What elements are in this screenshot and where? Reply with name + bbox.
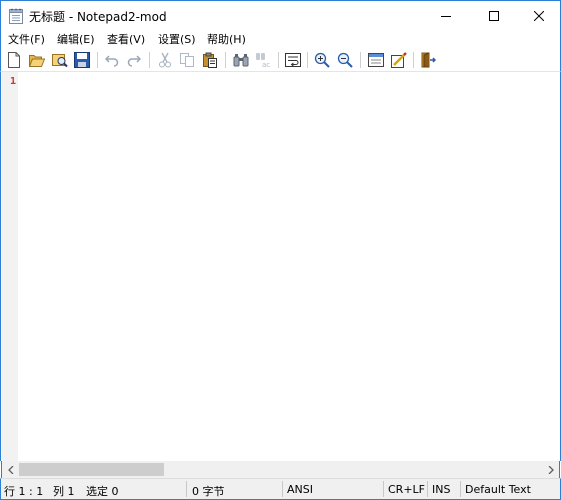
browse-icon — [52, 54, 68, 68]
status-scheme[interactable]: Default Text — [465, 483, 531, 496]
status-encoding[interactable]: ANSI — [287, 483, 313, 496]
toolbar: ac — [0, 48, 561, 72]
svg-text:ac: ac — [262, 61, 270, 68]
status-selection: 选定 0 — [86, 485, 119, 498]
paste-button[interactable] — [201, 51, 219, 69]
save-button[interactable] — [73, 51, 91, 69]
status-line-endings[interactable]: CR+LF — [388, 483, 425, 496]
new-file-button[interactable] — [5, 51, 23, 69]
browse-button[interactable] — [51, 51, 69, 69]
scroll-right-button[interactable] — [542, 461, 559, 478]
settings-button[interactable] — [390, 51, 408, 69]
open-file-button[interactable] — [28, 51, 46, 69]
cut-icon — [159, 52, 171, 68]
window-title: 无标题 - Notepad2-mod — [29, 10, 167, 24]
minimize-icon — [441, 15, 451, 17]
toolbar-separator — [149, 52, 150, 68]
replace-button[interactable]: ac — [254, 51, 272, 69]
toolbar-separator — [360, 52, 361, 68]
maximize-button[interactable] — [471, 1, 517, 30]
scheme-button[interactable] — [367, 51, 385, 69]
find-button[interactable] — [232, 51, 250, 69]
zoom-in-button[interactable] — [313, 51, 331, 69]
chevron-left-icon — [7, 465, 13, 474]
toolbar-separator — [225, 52, 226, 68]
redo-icon — [127, 55, 141, 67]
menu-file[interactable]: 文件(F) — [8, 31, 45, 47]
word-wrap-button[interactable] — [284, 51, 302, 69]
copy-icon — [180, 53, 194, 67]
status-bytes: 0 字节 — [192, 485, 225, 498]
paste-icon — [203, 52, 217, 68]
scroll-thumb[interactable] — [19, 463, 164, 476]
close-icon — [534, 10, 544, 21]
line-number-gutter: 1 — [2, 72, 18, 461]
close-button[interactable] — [516, 1, 561, 30]
scheme-icon — [368, 53, 384, 67]
open-file-icon — [29, 55, 45, 67]
redo-button[interactable] — [125, 51, 143, 69]
menu-bar: 文件(F) 编辑(E) 查看(V) 设置(S) 帮助(H) — [0, 30, 561, 48]
text-editor[interactable] — [19, 72, 560, 461]
status-separator — [460, 481, 461, 497]
editor-area: 1 — [0, 72, 561, 461]
save-icon — [74, 52, 90, 68]
new-file-icon — [8, 52, 20, 68]
toolbar-separator — [278, 52, 279, 68]
word-wrap-icon — [285, 53, 301, 67]
horizontal-scrollbar[interactable] — [1, 461, 560, 478]
toolbar-separator — [413, 52, 414, 68]
zoom-out-button[interactable] — [336, 51, 354, 69]
status-insert-mode[interactable]: INS — [432, 483, 450, 496]
menu-edit[interactable]: 编辑(E) — [57, 31, 95, 47]
status-column: 列 1 — [53, 485, 75, 498]
zoom-out-icon — [337, 52, 353, 68]
maximize-icon — [489, 10, 499, 21]
status-separator — [383, 481, 384, 497]
menu-settings[interactable]: 设置(S) — [158, 31, 196, 47]
zoom-in-icon — [314, 52, 330, 68]
toolbar-separator — [307, 52, 308, 68]
status-bar: 行 1 : 1 列 1 选定 0 0 字节 ANSI CR+LF INS Def… — [0, 478, 561, 500]
exit-button[interactable] — [419, 51, 437, 69]
menu-help[interactable]: 帮助(H) — [207, 31, 246, 47]
toolbar-separator — [97, 52, 98, 68]
settings-icon — [391, 52, 407, 68]
line-number: 1 — [10, 76, 17, 87]
undo-icon — [105, 55, 119, 67]
chevron-right-icon — [548, 465, 554, 474]
status-position: 行 1 : 1 — [4, 485, 44, 498]
find-icon — [233, 54, 249, 67]
copy-button[interactable] — [178, 51, 196, 69]
cut-button[interactable] — [156, 51, 174, 69]
minimize-button[interactable] — [423, 1, 469, 30]
status-separator — [282, 481, 283, 497]
scroll-left-button[interactable] — [2, 461, 19, 478]
replace-icon: ac — [256, 53, 270, 68]
menu-view[interactable]: 查看(V) — [107, 31, 145, 47]
title-bar: 无标题 - Notepad2-mod — [0, 0, 561, 30]
notepad-app-icon — [9, 8, 23, 24]
undo-button[interactable] — [103, 51, 121, 69]
exit-icon — [421, 52, 436, 68]
status-separator — [186, 481, 187, 497]
status-separator — [427, 481, 428, 497]
